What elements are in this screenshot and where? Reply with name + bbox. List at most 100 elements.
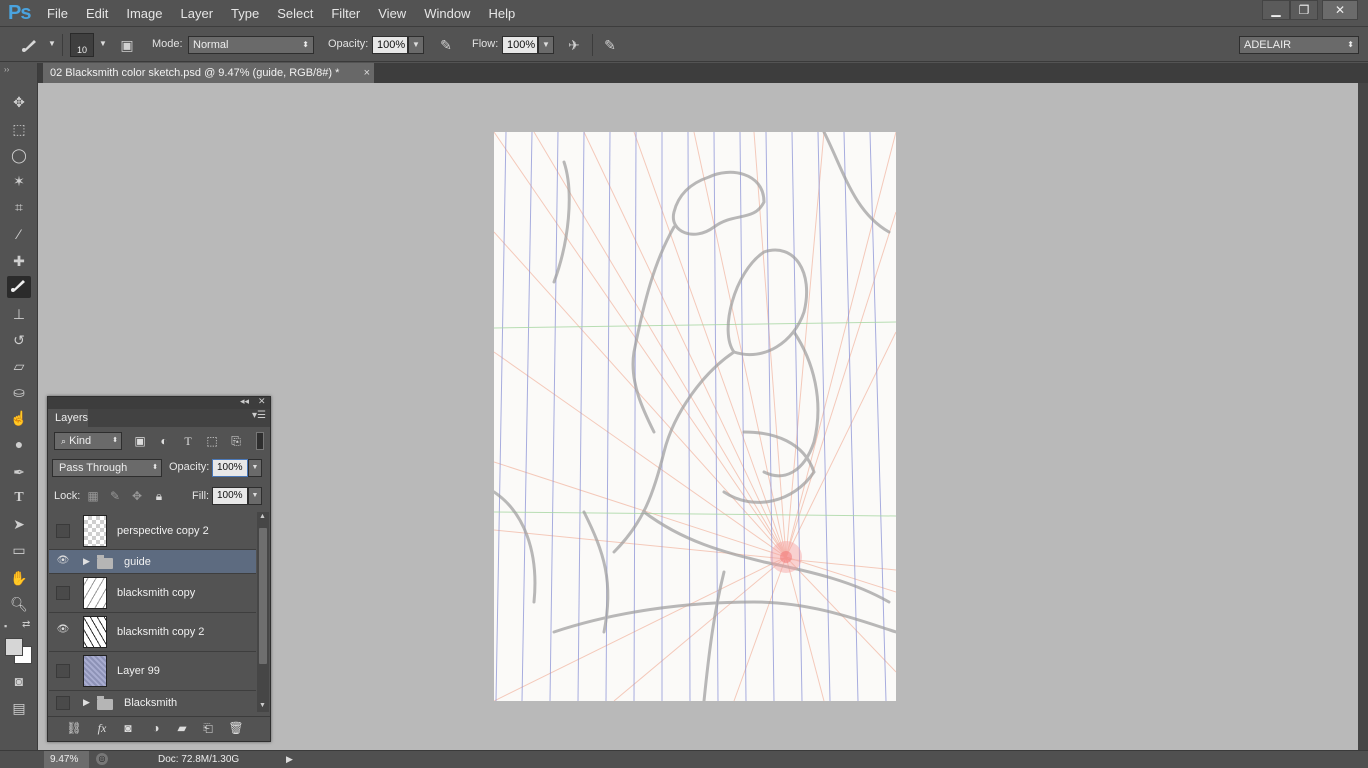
- collapse-panel-icon[interactable]: ◂◂: [240, 396, 249, 407]
- filter-pixel-icon[interactable]: ▣: [132, 433, 148, 449]
- marquee-tool-icon[interactable]: ⬚: [7, 118, 31, 140]
- default-colors-icon[interactable]: ▪: [4, 621, 7, 631]
- blend-mode-select[interactable]: Pass Through ⬍: [52, 459, 162, 477]
- filter-toggle-switch[interactable]: [256, 432, 264, 450]
- opacity-slider-dropdown-icon[interactable]: ▼: [408, 36, 424, 54]
- new-group-icon[interactable]: ▰: [174, 720, 190, 736]
- layer-row[interactable]: 👁︎ blacksmith copy 2: [49, 613, 256, 652]
- brush-tool-icon[interactable]: [7, 276, 31, 298]
- history-brush-tool-icon[interactable]: ↺: [7, 329, 31, 351]
- menu-filter[interactable]: Filter: [322, 6, 369, 21]
- new-layer-icon[interactable]: ⎗: [200, 720, 216, 736]
- close-panel-icon[interactable]: ✕: [258, 396, 266, 407]
- flow-slider-dropdown-icon[interactable]: ▼: [538, 36, 554, 54]
- visibility-toggle[interactable]: [56, 586, 70, 600]
- zoom-tool-icon[interactable]: 🔍︎: [7, 593, 31, 615]
- menu-window[interactable]: Window: [415, 6, 479, 21]
- layer-opacity-dropdown-icon[interactable]: ▼: [248, 459, 262, 477]
- add-mask-icon[interactable]: ◙: [120, 720, 136, 736]
- mode-select[interactable]: Normal ⬍: [188, 36, 314, 54]
- menu-edit[interactable]: Edit: [77, 6, 117, 21]
- lock-transparent-pixels-icon[interactable]: ▦: [85, 488, 101, 504]
- move-tool-icon[interactable]: ✥: [7, 91, 31, 113]
- paint-bucket-tool-icon[interactable]: ⛀: [7, 381, 31, 403]
- magic-wand-tool-icon[interactable]: ✶: [7, 170, 31, 192]
- visibility-toggle[interactable]: [56, 696, 70, 710]
- brush-size-picker[interactable]: 10: [70, 33, 94, 57]
- tool-preset-dropdown-icon[interactable]: ▼: [44, 36, 60, 54]
- panel-menu-icon[interactable]: ▾☰: [252, 410, 266, 421]
- airbrush-icon[interactable]: ✈: [564, 36, 584, 54]
- rectangle-tool-icon[interactable]: ▭: [7, 539, 31, 561]
- filter-smart-object-icon[interactable]: ⎘: [228, 433, 244, 449]
- filter-type-icon[interactable]: T: [180, 433, 196, 449]
- panel-title-bar[interactable]: ◂◂ ✕: [48, 396, 270, 409]
- dodge-tool-icon[interactable]: ●: [7, 433, 31, 455]
- scroll-down-icon[interactable]: ▼: [259, 702, 266, 709]
- type-tool-icon[interactable]: T: [7, 487, 31, 509]
- status-menu-arrow-icon[interactable]: ▶: [286, 754, 293, 765]
- tab-layers[interactable]: Layers: [48, 409, 88, 427]
- fill-dropdown-icon[interactable]: ▼: [248, 487, 262, 505]
- menu-layer[interactable]: Layer: [172, 6, 223, 21]
- menu-image[interactable]: Image: [117, 6, 171, 21]
- canvas-vertical-scrollbar[interactable]: [1358, 83, 1368, 750]
- hand-tool-icon[interactable]: ✋: [7, 567, 31, 589]
- pressure-opacity-icon[interactable]: ✎: [436, 36, 456, 54]
- visibility-toggle[interactable]: [56, 524, 70, 538]
- zoom-level-field[interactable]: 9.47%: [44, 751, 89, 768]
- expand-group-icon[interactable]: ▶: [83, 556, 90, 567]
- layer-opacity-input[interactable]: 100%: [212, 459, 248, 477]
- scroll-thumb[interactable]: [259, 528, 267, 664]
- layer-group-row[interactable]: 👁︎ ▶ guide: [49, 550, 256, 574]
- fill-input[interactable]: 100%: [212, 487, 248, 505]
- menu-view[interactable]: View: [369, 6, 415, 21]
- pen-tool-icon[interactable]: ✒: [7, 461, 31, 483]
- layer-row[interactable]: blacksmith copy: [49, 574, 256, 613]
- opacity-input[interactable]: 100%: [372, 36, 408, 54]
- eraser-tool-icon[interactable]: ▱: [7, 355, 31, 377]
- filter-shape-icon[interactable]: ⬚: [204, 433, 220, 449]
- toolbox-collapse-icon[interactable]: ››: [4, 65, 9, 74]
- lock-position-icon[interactable]: ✥: [129, 488, 145, 504]
- new-adjustment-layer-icon[interactable]: ◑: [148, 720, 164, 736]
- brush-panel-toggle-icon[interactable]: ▣: [117, 36, 137, 54]
- filter-kind-select[interactable]: ⌕ Kind ⬍: [54, 432, 122, 450]
- clone-stamp-tool-icon[interactable]: ⊥: [7, 303, 31, 325]
- lock-image-pixels-icon[interactable]: ✎: [107, 488, 123, 504]
- lasso-tool-icon[interactable]: ◯: [7, 144, 31, 166]
- screen-mode-icon[interactable]: ▤: [7, 697, 31, 719]
- restore-button[interactable]: ❐: [1290, 0, 1318, 20]
- document-canvas[interactable]: [494, 132, 896, 701]
- path-selection-tool-icon[interactable]: ➤: [7, 513, 31, 535]
- delete-layer-icon[interactable]: 🗑︎: [228, 720, 244, 736]
- filter-adjustment-icon[interactable]: ◐: [156, 433, 172, 449]
- swap-colors-icon[interactable]: ⇄: [22, 619, 30, 630]
- smudge-tool-icon[interactable]: ☝: [7, 407, 31, 429]
- crop-tool-icon[interactable]: ⌗: [7, 196, 31, 218]
- healing-brush-tool-icon[interactable]: ✚: [7, 250, 31, 272]
- workspace-switcher[interactable]: ADELAIR ⬍: [1239, 36, 1359, 54]
- menu-help[interactable]: Help: [479, 6, 524, 21]
- eyedropper-tool-icon[interactable]: ⁄: [7, 223, 31, 245]
- layer-effects-icon[interactable]: fx: [94, 720, 110, 736]
- flow-input[interactable]: 100%: [502, 36, 538, 54]
- menu-file[interactable]: File: [38, 6, 77, 21]
- menu-select[interactable]: Select: [268, 6, 322, 21]
- visibility-eye-icon[interactable]: 👁︎: [56, 555, 70, 569]
- layer-group-row[interactable]: ▶ Blacksmith: [49, 691, 256, 712]
- scroll-up-icon[interactable]: ▲: [259, 513, 266, 520]
- layer-row[interactable]: perspective copy 2: [49, 512, 256, 550]
- expand-group-icon[interactable]: ▶: [83, 697, 90, 708]
- close-window-button[interactable]: ✕: [1322, 0, 1358, 20]
- link-layers-icon[interactable]: ⛓: [66, 720, 82, 736]
- foreground-color-swatch[interactable]: [5, 638, 23, 656]
- status-share-icon[interactable]: ◎: [96, 753, 108, 765]
- minimize-button[interactable]: ▁: [1262, 0, 1290, 20]
- visibility-eye-icon[interactable]: 👁︎: [56, 624, 70, 638]
- brush-preset-dropdown-icon[interactable]: ▼: [95, 36, 111, 54]
- layer-row[interactable]: Layer 99: [49, 652, 256, 691]
- lock-all-icon[interactable]: 🔒︎: [151, 488, 167, 504]
- quick-mask-icon[interactable]: ◙: [7, 670, 31, 692]
- close-document-icon[interactable]: ×: [364, 63, 370, 83]
